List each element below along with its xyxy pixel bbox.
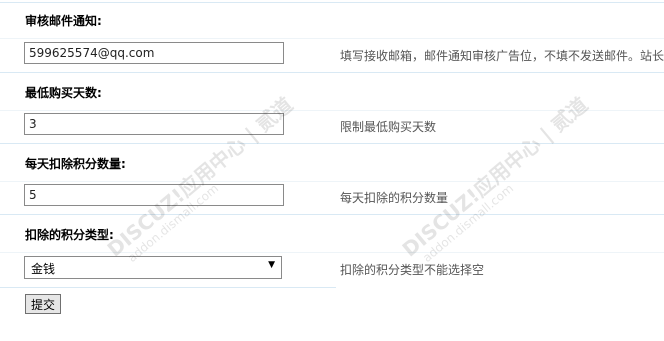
submit-button[interactable]: 提交 [25,294,61,314]
field-email-label: 审核邮件通知: [25,14,102,28]
field-min-days-row: 3 限制最低购买天数 [0,110,664,147]
email-input[interactable]: 599625574@qq.com [24,42,284,64]
field-min-days-header: 最低购买天数: [0,72,664,105]
form-divider [0,287,336,288]
field-email-row: 599625574@qq.com 填写接收邮箱，邮件通知审核广告位，不填不发送邮… [0,38,664,75]
field-type-label: 扣除的积分类型: [25,228,114,242]
min-days-input[interactable]: 3 [24,113,284,135]
points-input[interactable]: 5 [24,184,284,206]
points-type-selected: 金钱 [31,262,56,276]
field-type-header: 扣除的积分类型: [0,214,664,247]
field-type-hint: 扣除的积分类型不能选择空 [340,263,485,277]
field-min-days-label: 最低购买天数: [25,86,102,100]
points-type-select[interactable]: 金钱 ▼ [24,256,282,279]
field-email-header: 审核邮件通知: [0,2,664,35]
field-type-row: 金钱 ▼ 扣除的积分类型不能选择空 [0,252,664,289]
field-min-days-hint: 限制最低购买天数 [340,120,437,134]
dropdown-arrow-icon: ▼ [268,260,275,270]
field-points-header: 每天扣除积分数量: [0,143,664,176]
field-email-hint: 填写接收邮箱，邮件通知审核广告位，不填不发送邮件。站长 [340,49,664,63]
field-points-row: 5 每天扣除的积分数量 [0,181,664,218]
field-points-hint: 每天扣除的积分数量 [340,191,449,205]
field-points-label: 每天扣除积分数量: [25,157,126,171]
